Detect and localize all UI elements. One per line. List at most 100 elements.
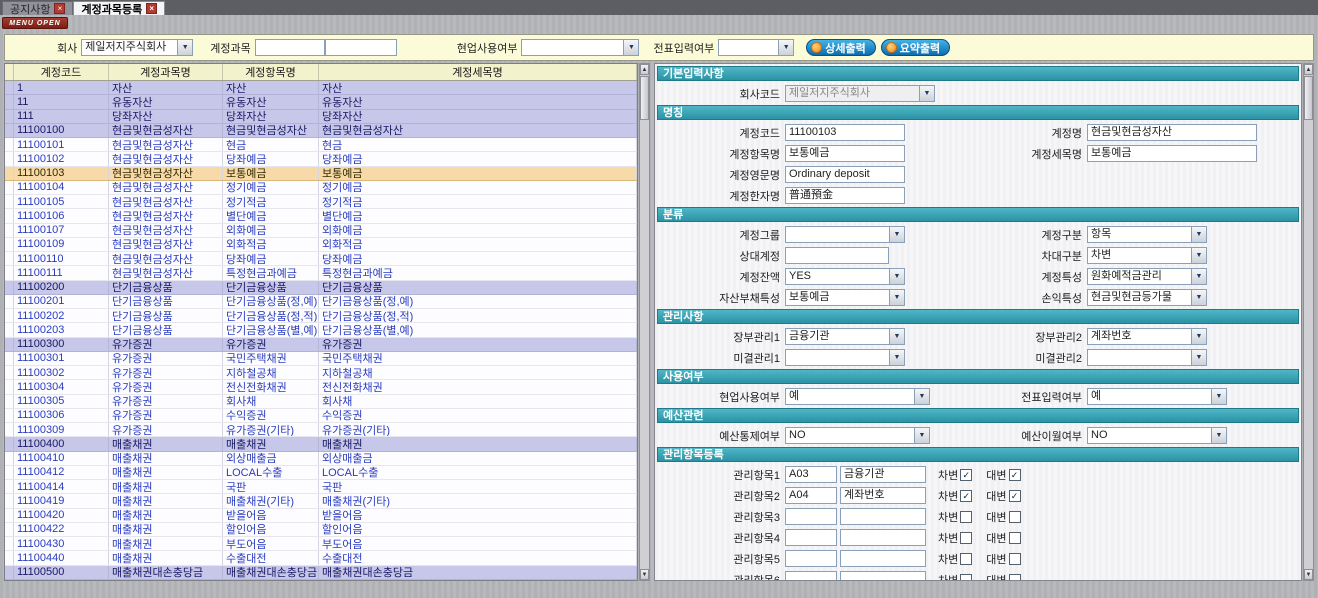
field-select[interactable]: 현금및현금등가물▼ [1087, 289, 1207, 306]
field-select[interactable]: NO▼ [785, 427, 930, 444]
row-selector[interactable] [5, 295, 14, 308]
table-row[interactable]: 11100100 현금및현금성자산 현금및현금성자산 현금및현금성자산 [5, 124, 637, 138]
mgmt-code-input[interactable] [785, 508, 837, 525]
mgmt-code-input[interactable]: A04 [785, 487, 837, 504]
mgmt-code-input[interactable]: A03 [785, 466, 837, 483]
field-select[interactable]: 차변▼ [1087, 247, 1207, 264]
row-selector[interactable] [5, 452, 14, 465]
chevron-down-icon[interactable]: ▼ [1191, 248, 1206, 263]
field-input[interactable]: 보통예금 [1087, 145, 1257, 162]
scroll-up-icon[interactable]: ▲ [1304, 64, 1313, 75]
row-selector[interactable] [5, 81, 14, 94]
table-row[interactable]: 11100200 단기금융상품 단기금융상품 단기금융상품 [5, 281, 637, 295]
row-selector[interactable] [5, 309, 14, 322]
mgmt-name-input[interactable] [840, 571, 926, 581]
scroll-down-icon[interactable]: ▼ [1304, 569, 1313, 580]
row-selector[interactable] [5, 152, 14, 165]
table-row[interactable]: 11 유동자산 유동자산 유동자산 [5, 95, 637, 109]
debit-checkbox[interactable] [960, 511, 972, 523]
chevron-down-icon[interactable]: ▼ [778, 40, 793, 55]
slip-filter-select[interactable]: ▼ [718, 39, 794, 56]
chevron-down-icon[interactable]: ▼ [889, 269, 904, 284]
row-selector[interactable] [5, 437, 14, 450]
table-row[interactable]: 11100302 유가증권 지하철공채 지하철공채 [5, 366, 637, 380]
row-selector[interactable] [5, 409, 14, 422]
row-selector[interactable] [5, 352, 14, 365]
row-selector[interactable] [5, 338, 14, 351]
row-selector[interactable] [5, 551, 14, 564]
company-select[interactable]: 제일저지주식회사 ▼ [81, 39, 193, 56]
chevron-down-icon[interactable]: ▼ [1191, 227, 1206, 242]
chevron-down-icon[interactable]: ▼ [914, 389, 929, 404]
field-select[interactable]: 원화예적금관리▼ [1087, 268, 1207, 285]
account-code-input[interactable] [255, 39, 325, 56]
table-row[interactable]: 11100106 현금및현금성자산 별단예금 별단예금 [5, 209, 637, 223]
detail-print-button[interactable]: 상세출력 [806, 39, 875, 56]
row-selector[interactable] [5, 509, 14, 522]
table-row[interactable]: 11100304 유가증권 전신전화채권 전신전화채권 [5, 380, 637, 394]
col-header-item[interactable]: 계정항목명 [223, 64, 319, 80]
row-selector[interactable] [5, 395, 14, 408]
mgmt-name-input[interactable] [840, 508, 926, 525]
chevron-down-icon[interactable]: ▼ [889, 350, 904, 365]
credit-checkbox[interactable] [1009, 532, 1021, 544]
chevron-down-icon[interactable]: ▼ [1191, 290, 1206, 305]
row-selector[interactable] [5, 266, 14, 279]
row-selector[interactable] [5, 138, 14, 151]
chevron-down-icon[interactable]: ▼ [919, 86, 934, 101]
row-selector[interactable] [5, 494, 14, 507]
menu-open-button[interactable]: MENU OPEN [2, 17, 68, 29]
col-header-code[interactable]: 계정코드 [14, 64, 109, 80]
chevron-down-icon[interactable]: ▼ [1211, 389, 1226, 404]
field-input[interactable]: 현금및현금성자산 [1087, 124, 1257, 141]
debit-checkbox[interactable] [960, 553, 972, 565]
table-row[interactable]: 11100203 단기금융상품 단기금융상품(별,예) 단기금융상품(별,예) [5, 323, 637, 337]
col-header-detail[interactable]: 계정세목명 [319, 64, 637, 80]
mgmt-code-input[interactable] [785, 571, 837, 581]
row-selector[interactable] [5, 566, 14, 579]
field-select[interactable]: NO▼ [1087, 427, 1227, 444]
field-select[interactable]: YES▼ [785, 268, 905, 285]
chevron-down-icon[interactable]: ▼ [1191, 350, 1206, 365]
table-row[interactable]: 11100440 매출채권 수출대전 수출대전 [5, 551, 637, 565]
table-row[interactable]: 11100309 유가증권 유가증권(기타) 유가증권(기타) [5, 423, 637, 437]
row-selector[interactable] [5, 523, 14, 536]
debit-checkbox[interactable]: ✓ [960, 490, 972, 502]
scrollbar-track[interactable] [1304, 75, 1313, 569]
chevron-down-icon[interactable]: ▼ [1191, 329, 1206, 344]
field-input[interactable]: 11100103 [785, 124, 905, 141]
field-select[interactable]: 보통예금▼ [785, 289, 905, 306]
chevron-down-icon[interactable]: ▼ [1211, 428, 1226, 443]
summary-print-button[interactable]: 요약출력 [881, 39, 950, 56]
tab-account-registration[interactable]: 계정과목등록 × [73, 1, 165, 15]
row-selector[interactable] [5, 537, 14, 550]
debit-checkbox[interactable]: ✓ [960, 469, 972, 481]
table-row[interactable]: 11100400 매출채권 매출채권 매출채권 [5, 437, 637, 451]
field-select[interactable]: ▼ [1087, 349, 1207, 366]
use-filter-select[interactable]: ▼ [521, 39, 639, 56]
close-icon[interactable]: × [54, 3, 65, 14]
table-row[interactable]: 11100105 현금및현금성자산 정기적금 정기적금 [5, 195, 637, 209]
mgmt-name-input[interactable]: 금융기관 [840, 466, 926, 483]
field-select[interactable]: 계좌번호▼ [1087, 328, 1207, 345]
field-select[interactable]: 제일저지주식회사▼ [785, 85, 935, 102]
credit-checkbox[interactable]: ✓ [1009, 469, 1021, 481]
row-selector[interactable] [5, 224, 14, 237]
tab-notice[interactable]: 공지사항 × [2, 1, 73, 15]
row-selector[interactable] [5, 366, 14, 379]
row-selector[interactable] [5, 181, 14, 194]
field-input[interactable]: Ordinary deposit [785, 166, 905, 183]
mgmt-name-input[interactable] [840, 529, 926, 546]
field-input[interactable] [785, 247, 889, 264]
field-input[interactable]: 보통예금 [785, 145, 905, 162]
row-selector[interactable] [5, 238, 14, 251]
credit-checkbox[interactable]: ✓ [1009, 490, 1021, 502]
row-selector[interactable] [5, 195, 14, 208]
table-row[interactable]: 11100305 유가증권 회사채 회사채 [5, 395, 637, 409]
table-row[interactable]: 11100430 매출채권 부도어음 부도어음 [5, 537, 637, 551]
table-row[interactable]: 11100420 매출채권 받을어음 받을어음 [5, 509, 637, 523]
detail-panel-scrollbar[interactable]: ▲ ▼ [1303, 63, 1314, 581]
chevron-down-icon[interactable]: ▼ [623, 40, 638, 55]
table-scrollbar[interactable]: ▲ ▼ [639, 63, 650, 581]
row-selector[interactable] [5, 466, 14, 479]
